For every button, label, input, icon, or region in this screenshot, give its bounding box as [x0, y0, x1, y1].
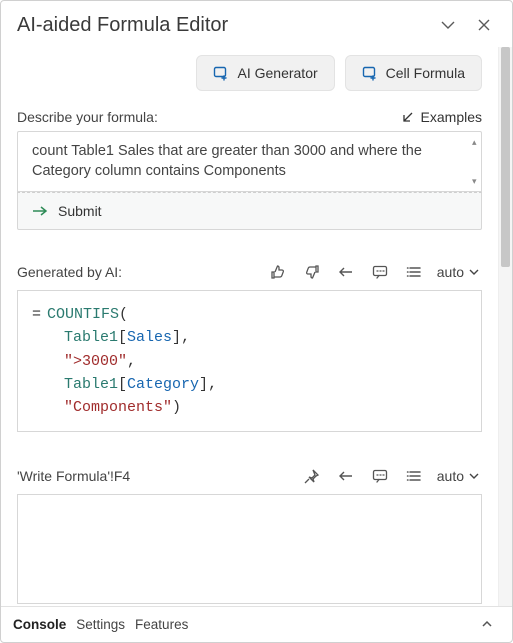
comment-icon [372, 469, 388, 484]
formula-fn: COUNTIFS [47, 306, 119, 323]
tab-console[interactable]: Console [13, 617, 66, 632]
thumbs-down-icon [304, 264, 320, 280]
ai-generator-button[interactable]: AI Generator [196, 55, 334, 91]
main-scroll-area: AI Generator Cell Formula Describe your … [1, 47, 498, 606]
prompt-scroll-indicator: ▴▾ [472, 136, 478, 187]
formula-eq: = [32, 306, 41, 323]
formula-bracket: [ [118, 329, 127, 346]
formula-arg4: "Components" [64, 399, 172, 416]
pin-icon [304, 469, 319, 484]
thumbs-up-icon [270, 264, 286, 280]
formula-arg3-col: Category [127, 376, 199, 393]
chevron-down-icon [468, 470, 480, 482]
formula-close: ) [172, 399, 181, 416]
cell-formula-box[interactable] [17, 494, 482, 604]
auto-dropdown-2[interactable]: auto [435, 468, 482, 484]
pin-button[interactable] [299, 464, 325, 488]
formula-bracket: ] [172, 329, 181, 346]
submit-button[interactable]: Submit [17, 192, 482, 230]
formula-comma: , [208, 376, 217, 393]
back-button-2[interactable] [333, 464, 359, 488]
submit-label: Submit [58, 203, 102, 219]
page-title: AI-aided Formula Editor [17, 14, 426, 37]
formula-arg1-col: Sales [127, 329, 172, 346]
thumbs-up-button[interactable] [265, 260, 291, 284]
list-button-2[interactable] [401, 464, 427, 488]
add-card-icon [362, 65, 378, 81]
generated-label: Generated by AI: [17, 264, 257, 280]
formula-comma: , [127, 353, 136, 370]
arrow-down-left-icon [401, 110, 415, 124]
collapse-icon[interactable] [434, 11, 462, 39]
arrow-left-icon [338, 469, 354, 483]
chevron-up-icon [481, 618, 493, 630]
formula-bracket: [ [118, 376, 127, 393]
generated-formula-box[interactable]: =COUNTIFS( Table1[Sales], ">3000", Table… [17, 290, 482, 432]
cell-ref-label: 'Write Formula'!F4 [17, 468, 291, 484]
describe-label: Describe your formula: [17, 109, 158, 125]
auto-dropdown[interactable]: auto [435, 264, 482, 280]
scrollbar-thumb[interactable] [501, 47, 510, 267]
list-button[interactable] [401, 260, 427, 284]
list-icon [406, 265, 422, 279]
list-icon [406, 469, 422, 483]
arrow-left-icon [338, 265, 354, 279]
cell-formula-button[interactable]: Cell Formula [345, 55, 482, 91]
main-scrollbar[interactable] [498, 47, 512, 606]
formula-arg1-table: Table1 [64, 329, 118, 346]
back-button[interactable] [333, 260, 359, 284]
comment-button[interactable] [367, 260, 393, 284]
formula-arg3-table: Table1 [64, 376, 118, 393]
tab-settings[interactable]: Settings [76, 617, 125, 632]
thumbs-down-button[interactable] [299, 260, 325, 284]
formula-open: ( [119, 306, 128, 323]
close-icon[interactable] [470, 11, 498, 39]
chevron-down-icon [468, 266, 480, 278]
tabs-chevron-up[interactable] [474, 612, 500, 636]
formula-comma: , [181, 329, 190, 346]
cell-formula-label: Cell Formula [386, 65, 465, 81]
comment-icon [372, 265, 388, 280]
comment-button-2[interactable] [367, 464, 393, 488]
auto-label: auto [437, 264, 464, 280]
tab-features[interactable]: Features [135, 617, 188, 632]
prompt-text: count Table1 Sales that are greater than… [32, 143, 422, 179]
formula-bracket: ] [199, 376, 208, 393]
ai-generator-label: AI Generator [237, 65, 317, 81]
examples-label: Examples [421, 109, 482, 125]
prompt-input[interactable]: count Table1 Sales that are greater than… [18, 132, 481, 191]
send-icon [32, 204, 48, 218]
examples-link[interactable]: Examples [401, 109, 482, 125]
auto-label-2: auto [437, 468, 464, 484]
formula-arg2: ">3000" [64, 353, 127, 370]
add-card-icon [213, 65, 229, 81]
